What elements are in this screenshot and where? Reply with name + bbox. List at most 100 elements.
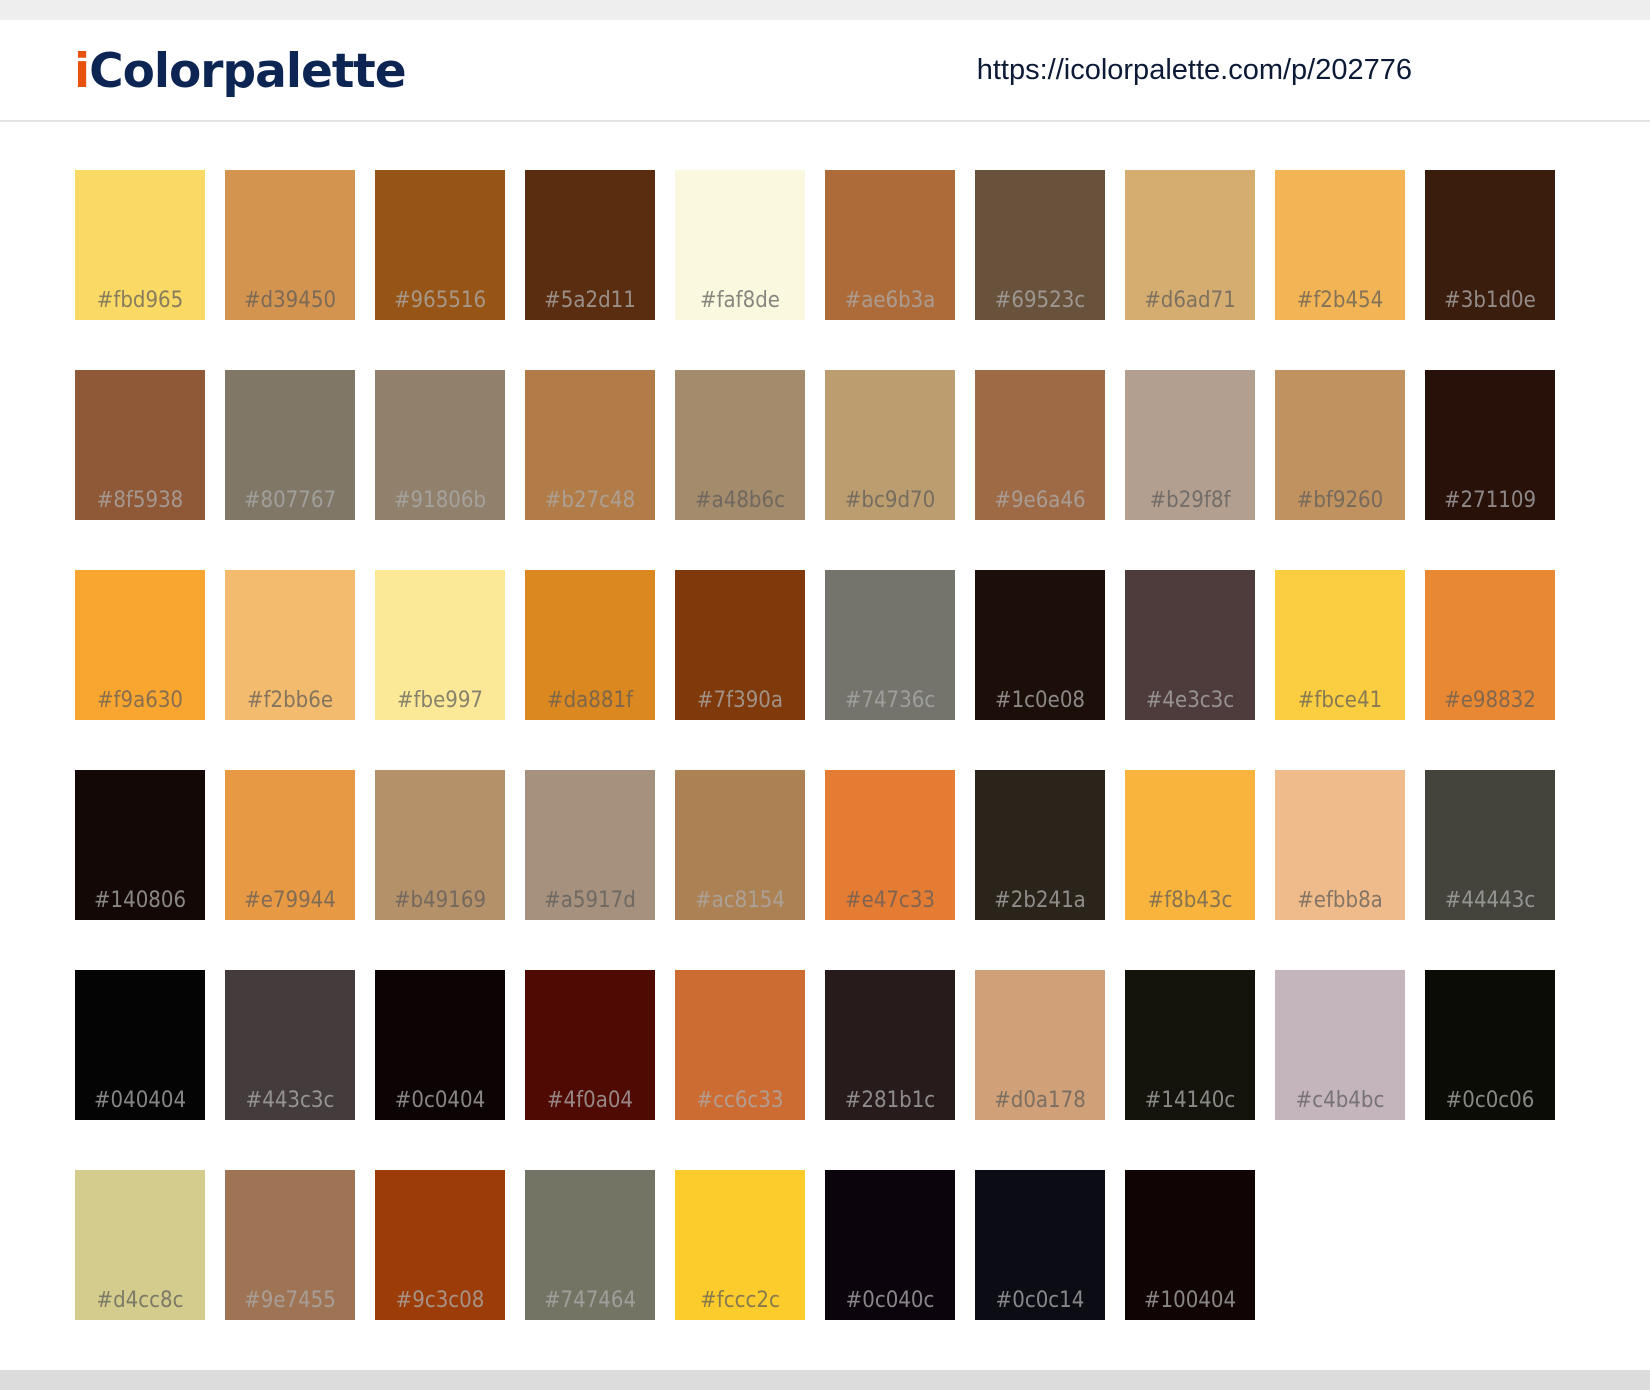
- color-swatch[interactable]: #4e3c3c: [1125, 570, 1255, 720]
- swatch-hex-label: #74736c: [844, 688, 936, 713]
- color-swatch[interactable]: #e47c33: [825, 770, 955, 920]
- color-swatch[interactable]: #140806: [75, 770, 205, 920]
- color-swatch[interactable]: #9e6a46: [975, 370, 1105, 520]
- color-swatch[interactable]: #807767: [225, 370, 355, 520]
- color-swatch[interactable]: #d0a178: [975, 970, 1105, 1120]
- swatch-hex-label: #040404: [93, 1088, 187, 1113]
- swatch-hex-label: #b49169: [393, 888, 487, 913]
- swatch-hex-label: #0c0c06: [1445, 1088, 1535, 1113]
- swatch-hex-label: #443c3c: [245, 1088, 335, 1113]
- color-swatch[interactable]: #ac8154: [675, 770, 805, 920]
- color-swatch[interactable]: #e79944: [225, 770, 355, 920]
- swatch-hex-label: #f8b43c: [1147, 888, 1233, 913]
- color-swatch[interactable]: #2b241a: [975, 770, 1105, 920]
- swatch-hex-label: #d0a178: [994, 1088, 1086, 1113]
- swatch-hex-label: #e98832: [1444, 688, 1536, 713]
- color-swatch[interactable]: #bc9d70: [825, 370, 955, 520]
- color-swatch[interactable]: #1c0e08: [975, 570, 1105, 720]
- color-swatch[interactable]: #d39450: [225, 170, 355, 320]
- color-swatch[interactable]: #a48b6c: [675, 370, 805, 520]
- swatch-hex-label: #100404: [1143, 1288, 1237, 1313]
- color-swatch[interactable]: #281b1c: [825, 970, 955, 1120]
- swatch-hex-label: #cc6c33: [696, 1088, 784, 1113]
- color-swatch[interactable]: #f9a630: [75, 570, 205, 720]
- color-swatch[interactable]: #b49169: [375, 770, 505, 920]
- color-swatch[interactable]: #faf8de: [675, 170, 805, 320]
- color-swatch[interactable]: #14140c: [1125, 970, 1255, 1120]
- color-swatch[interactable]: #f2bb6e: [225, 570, 355, 720]
- swatch-hex-label: #d6ad71: [1144, 288, 1236, 313]
- swatch-hex-label: #0c0404: [394, 1088, 486, 1113]
- swatch-hex-label: #f2b454: [1296, 288, 1384, 313]
- swatch-hex-label: #965516: [393, 288, 487, 313]
- color-swatch[interactable]: #3b1d0e: [1425, 170, 1555, 320]
- color-swatch[interactable]: #100404: [1125, 1170, 1255, 1320]
- color-swatch[interactable]: #91806b: [375, 370, 505, 520]
- color-swatch[interactable]: #fbce41: [1275, 570, 1405, 720]
- color-swatch[interactable]: #ae6b3a: [825, 170, 955, 320]
- swatch-hex-label: #fccc2c: [700, 1288, 780, 1313]
- color-swatch[interactable]: #8f5938: [75, 370, 205, 520]
- color-swatch[interactable]: #271109: [1425, 370, 1555, 520]
- swatch-hex-label: #a5917d: [544, 888, 636, 913]
- color-swatch[interactable]: #0c040c: [825, 1170, 955, 1320]
- swatch-hex-label: #4f0a04: [546, 1088, 634, 1113]
- swatch-hex-label: #4e3c3c: [1145, 688, 1235, 713]
- color-swatch[interactable]: #5a2d11: [525, 170, 655, 320]
- color-swatch[interactable]: #7f390a: [675, 570, 805, 720]
- color-swatch[interactable]: #9e7455: [225, 1170, 355, 1320]
- color-swatch[interactable]: #da881f: [525, 570, 655, 720]
- color-swatch[interactable]: #f2b454: [1275, 170, 1405, 320]
- color-swatch[interactable]: #0c0c14: [975, 1170, 1105, 1320]
- color-swatch[interactable]: #69523c: [975, 170, 1105, 320]
- swatch-hex-label: #0c0c14: [995, 1288, 1085, 1313]
- color-swatch[interactable]: #d6ad71: [1125, 170, 1255, 320]
- swatch-hex-label: #bf9260: [1296, 488, 1384, 513]
- color-swatch[interactable]: #b27c48: [525, 370, 655, 520]
- color-swatch[interactable]: #b29f8f: [1125, 370, 1255, 520]
- swatch-hex-label: #da881f: [546, 688, 633, 713]
- color-swatch[interactable]: #e98832: [1425, 570, 1555, 720]
- swatch-hex-label: #14140c: [1144, 1088, 1236, 1113]
- swatch-hex-label: #5a2d11: [544, 288, 636, 313]
- site-logo[interactable]: iColorpalette: [74, 48, 407, 95]
- swatch-hex-label: #9e6a46: [994, 488, 1086, 513]
- color-swatch[interactable]: #c4b4bc: [1275, 970, 1405, 1120]
- swatch-hex-label: #e79944: [244, 888, 336, 913]
- swatch-hex-label: #ae6b3a: [844, 288, 936, 313]
- color-swatch[interactable]: #74736c: [825, 570, 955, 720]
- color-swatch[interactable]: #44443c: [1425, 770, 1555, 920]
- swatch-hex-label: #f9a630: [96, 688, 184, 713]
- page-card: iColorpalette https://icolorpalette.com/…: [0, 20, 1650, 1370]
- color-swatch[interactable]: #fccc2c: [675, 1170, 805, 1320]
- swatch-hex-label: #140806: [93, 888, 187, 913]
- swatch-hex-label: #69523c: [994, 288, 1086, 313]
- color-swatch[interactable]: #4f0a04: [525, 970, 655, 1120]
- swatch-hex-label: #91806b: [393, 488, 487, 513]
- swatch-hex-label: #807767: [243, 488, 337, 513]
- color-swatch[interactable]: #cc6c33: [675, 970, 805, 1120]
- color-swatch[interactable]: #bf9260: [1275, 370, 1405, 520]
- color-swatch[interactable]: #747464: [525, 1170, 655, 1320]
- swatch-hex-label: #747464: [543, 1288, 637, 1313]
- swatch-hex-label: #d39450: [243, 288, 337, 313]
- color-swatch[interactable]: #0c0404: [375, 970, 505, 1120]
- color-swatch[interactable]: #9c3c08: [375, 1170, 505, 1320]
- color-swatch[interactable]: #f8b43c: [1125, 770, 1255, 920]
- swatch-hex-label: #bc9d70: [844, 488, 936, 513]
- color-swatch[interactable]: #0c0c06: [1425, 970, 1555, 1120]
- color-swatch[interactable]: #efbb8a: [1275, 770, 1405, 920]
- color-swatch[interactable]: #a5917d: [525, 770, 655, 920]
- color-swatch[interactable]: #fbd965: [75, 170, 205, 320]
- color-swatch[interactable]: #fbe997: [375, 570, 505, 720]
- swatch-hex-label: #2b241a: [994, 888, 1086, 913]
- site-header: iColorpalette https://icolorpalette.com/…: [0, 20, 1650, 122]
- color-swatch[interactable]: #965516: [375, 170, 505, 320]
- color-swatch[interactable]: #d4cc8c: [75, 1170, 205, 1320]
- swatch-hex-label: #9e7455: [244, 1288, 336, 1313]
- color-swatch[interactable]: #040404: [75, 970, 205, 1120]
- swatch-hex-label: #e47c33: [844, 888, 935, 913]
- swatch-hex-label: #9c3c08: [395, 1288, 485, 1313]
- swatch-hex-label: #fbd965: [96, 288, 184, 313]
- color-swatch[interactable]: #443c3c: [225, 970, 355, 1120]
